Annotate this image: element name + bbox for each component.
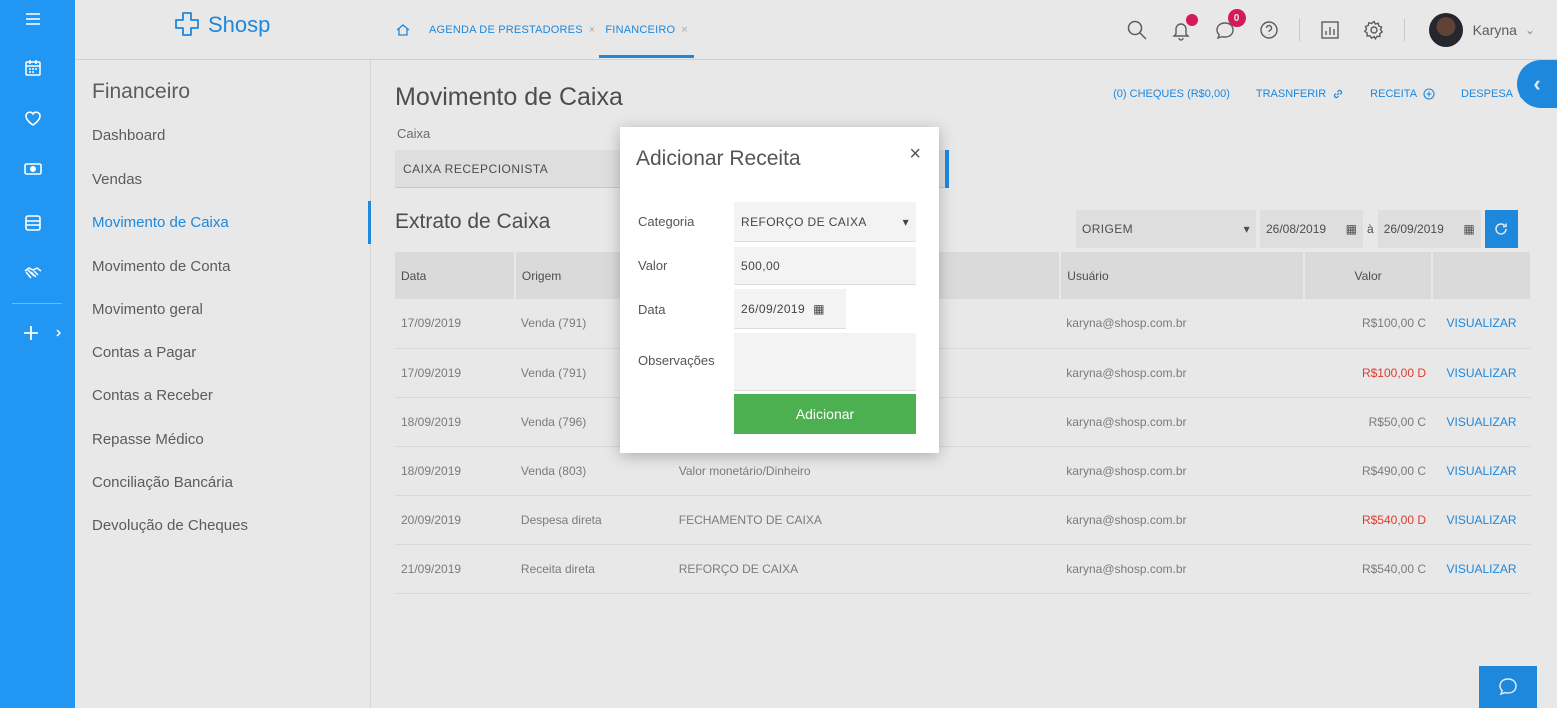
dropdown-arrow-icon: ▾ — [902, 214, 909, 229]
chevron-right-icon[interactable] — [52, 320, 66, 346]
heart-icon[interactable] — [20, 105, 46, 131]
observacoes-label: Observações — [638, 353, 715, 368]
data-input[interactable]: 26/09/2019 ▦ — [734, 289, 846, 329]
rail-divider — [12, 303, 62, 304]
list-icon[interactable] — [20, 210, 46, 236]
data-label: Data — [638, 302, 666, 317]
categoria-label: Categoria — [638, 214, 695, 229]
observacoes-textarea[interactable] — [734, 333, 916, 391]
valor-input[interactable]: 500,00 — [734, 247, 916, 285]
calendar-icon: ▦ — [813, 301, 825, 316]
calendar-icon[interactable] — [20, 55, 46, 81]
adicionar-button[interactable]: Adicionar — [734, 394, 916, 434]
valor-label: Valor — [638, 258, 668, 273]
categoria-select[interactable]: REFORÇO DE CAIXA ▾ — [734, 202, 916, 242]
adicionar-receita-modal: Adicionar Receita × Categoria REFORÇO DE… — [620, 127, 939, 453]
handshake-icon[interactable] — [20, 260, 46, 286]
money-icon[interactable] — [20, 156, 46, 182]
close-icon[interactable]: × — [909, 143, 921, 166]
plus-icon[interactable] — [18, 320, 44, 346]
data-value: 26/09/2019 — [741, 301, 806, 316]
menu-icon[interactable] — [20, 6, 46, 32]
categoria-value: REFORÇO DE CAIXA — [741, 214, 867, 229]
app-rail — [0, 0, 75, 708]
modal-title: Adicionar Receita — [636, 147, 801, 170]
